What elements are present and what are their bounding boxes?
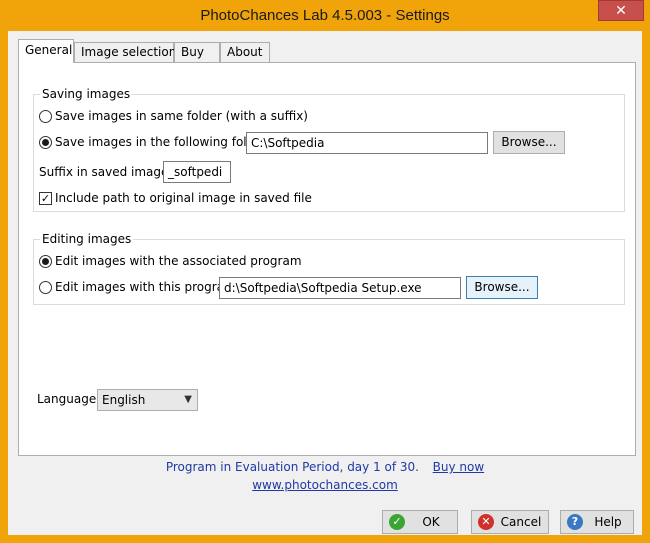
- editing-images-group-label: Editing images: [40, 232, 134, 246]
- edit-program-browse-button[interactable]: Browse...: [466, 276, 538, 299]
- suffix-field[interactable]: _softpedi: [163, 161, 231, 183]
- save-following-folder-radio[interactable]: [39, 135, 52, 149]
- cancel-x-icon: ✕: [478, 514, 494, 530]
- tab-general[interactable]: General: [18, 39, 74, 63]
- help-button-label: Help: [594, 515, 622, 529]
- editing-images-group: Editing images Edit images with the asso…: [33, 232, 625, 305]
- website-link[interactable]: www.photochances.com: [252, 478, 398, 492]
- save-same-folder-radio[interactable]: [39, 109, 52, 123]
- edit-this-program-label: Edit images with this program:: [55, 280, 240, 294]
- close-button[interactable]: ✕: [598, 0, 644, 21]
- buy-now-link[interactable]: Buy now: [433, 460, 485, 474]
- edit-associated-option[interactable]: Edit images with the associated program: [39, 254, 302, 268]
- saving-images-group-label: Saving images: [40, 87, 133, 101]
- edit-associated-radio[interactable]: [39, 254, 52, 268]
- saving-images-group: Saving images Save images in same folder…: [33, 87, 625, 212]
- evaluation-status: Program in Evaluation Period, day 1 of 3…: [8, 460, 642, 474]
- edit-program-field[interactable]: d:\Softpedia\Softpedia Setup.exe: [219, 277, 461, 299]
- settings-window: PhotoChances Lab 4.5.003 - Settings ✕ Ge…: [0, 0, 650, 543]
- ok-check-icon: ✓: [389, 514, 405, 530]
- include-path-option[interactable]: ✓ Include path to original image in save…: [39, 191, 312, 205]
- save-following-folder-option[interactable]: Save images in the following folder:: [39, 135, 270, 149]
- dialog-client: General Image selection Buy About Saving…: [8, 31, 642, 535]
- chevron-down-icon: ▼: [184, 394, 192, 405]
- window-title: PhotoChances Lab 4.5.003 - Settings: [200, 7, 450, 24]
- tab-about[interactable]: About: [220, 42, 270, 62]
- evaluation-text: Program in Evaluation Period, day 1 of 3…: [165, 460, 419, 474]
- website-row: www.photochances.com: [8, 478, 642, 492]
- save-same-folder-label: Save images in same folder (with a suffi…: [55, 109, 308, 123]
- cancel-button-label: Cancel: [500, 515, 542, 529]
- edit-associated-label: Edit images with the associated program: [55, 254, 302, 268]
- language-label: Language:: [37, 392, 101, 406]
- language-selected-value: English: [102, 393, 146, 407]
- ok-button[interactable]: ✓ OK: [382, 510, 458, 534]
- tab-buy[interactable]: Buy: [174, 42, 220, 62]
- close-icon: ✕: [615, 3, 627, 19]
- general-panel: Saving images Save images in same folder…: [18, 62, 636, 456]
- include-path-label: Include path to original image in saved …: [55, 191, 312, 205]
- suffix-label: Suffix in saved images:: [39, 165, 179, 179]
- ok-button-label: OK: [422, 515, 440, 529]
- include-path-checkbox[interactable]: ✓: [39, 191, 52, 205]
- help-question-icon: ?: [567, 514, 583, 530]
- help-button[interactable]: ? Help: [560, 510, 634, 534]
- save-folder-field[interactable]: C:\Softpedia: [246, 132, 488, 154]
- edit-this-program-option[interactable]: Edit images with this program:: [39, 280, 240, 294]
- edit-this-program-radio[interactable]: [39, 280, 52, 294]
- title-bar[interactable]: PhotoChances Lab 4.5.003 - Settings ✕: [0, 0, 650, 32]
- save-following-folder-label: Save images in the following folder:: [55, 135, 271, 149]
- cancel-button[interactable]: ✕ Cancel: [471, 510, 549, 534]
- save-folder-browse-button[interactable]: Browse...: [493, 131, 565, 154]
- language-select[interactable]: English ▼: [97, 389, 198, 411]
- tab-image-selection[interactable]: Image selection: [74, 42, 176, 62]
- save-same-folder-option[interactable]: Save images in same folder (with a suffi…: [39, 109, 308, 123]
